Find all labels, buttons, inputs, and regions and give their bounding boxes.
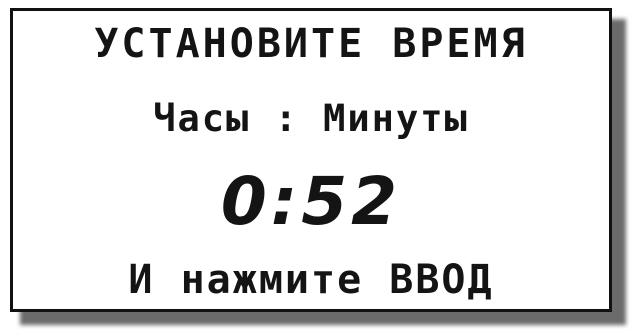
screen-title: УСТАНОВИТЕ ВРЕМЯ bbox=[94, 21, 528, 67]
enter-instruction: И нажмите ВВОД bbox=[128, 257, 494, 303]
screen-canvas: УСТАНОВИТЕ ВРЕМЯ Часы : Минуты 0:52 И на… bbox=[0, 0, 636, 336]
time-value-field[interactable]: 0:52 bbox=[13, 163, 609, 240]
time-format-label: Часы : Минуты bbox=[153, 97, 469, 140]
lcd-panel: УСТАНОВИТЕ ВРЕМЯ Часы : Минуты 0:52 И на… bbox=[10, 8, 612, 312]
